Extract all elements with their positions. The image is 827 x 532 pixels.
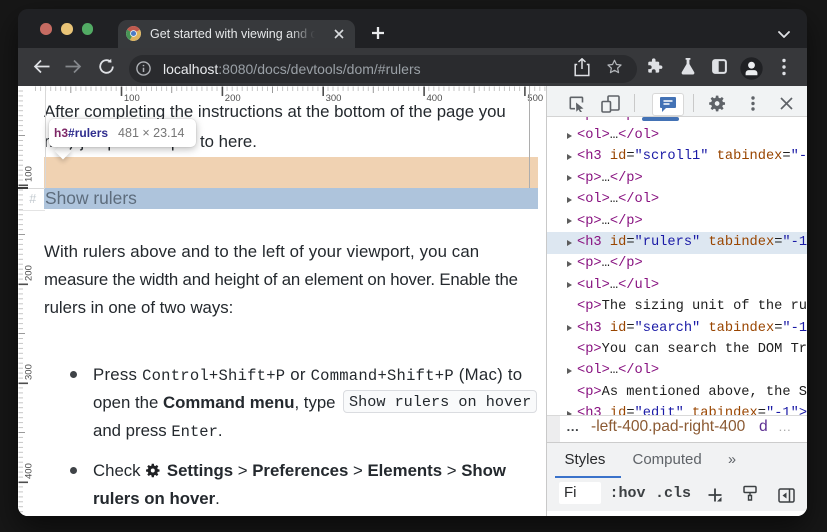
svg-text:400: 400 xyxy=(427,93,443,101)
svg-text:300: 300 xyxy=(24,364,34,380)
svg-text:100: 100 xyxy=(124,93,140,101)
svg-text:100: 100 xyxy=(24,166,34,182)
svg-text:300: 300 xyxy=(326,93,342,101)
svg-text:200: 200 xyxy=(225,93,241,101)
svg-text:200: 200 xyxy=(24,265,34,281)
svg-text:400: 400 xyxy=(24,463,34,479)
